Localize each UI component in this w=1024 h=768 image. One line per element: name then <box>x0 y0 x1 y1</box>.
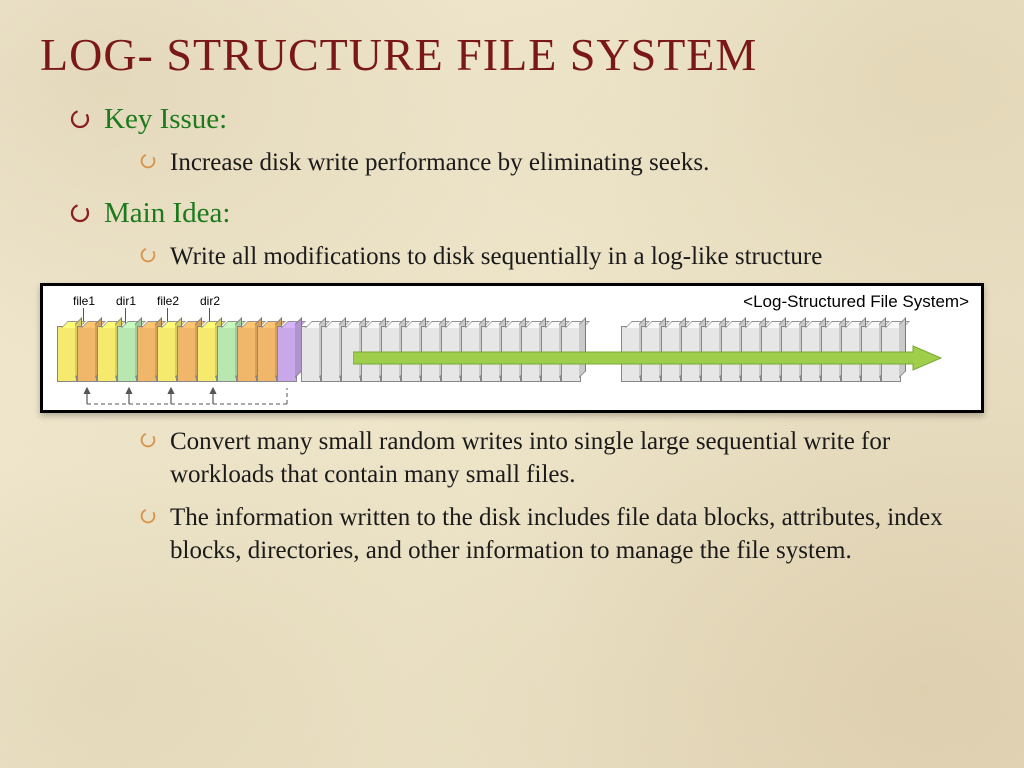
bullet-icon <box>70 109 90 129</box>
log-structure-diagram: <Log-Structured File System> file1 dir1 … <box>40 283 984 413</box>
key-issue-heading: Key Issue: <box>104 103 227 136</box>
bullet-key-issue-item: Increase disk write performance by elimi… <box>140 146 984 179</box>
block-inode <box>177 326 197 382</box>
bullet-key-issue: Key Issue: <box>70 103 984 136</box>
main-idea-text-1: Write all modifications to disk sequenti… <box>170 240 822 273</box>
slide: LOG- STRUCTURE FILE SYSTEM Key Issue: In… <box>0 0 1024 768</box>
bullet-main-idea-item-1: Write all modifications to disk sequenti… <box>140 240 984 273</box>
block-dir <box>117 326 137 382</box>
block-data <box>97 326 117 382</box>
sequential-arrow-icon <box>353 344 943 372</box>
block-data <box>157 326 177 382</box>
block-dir <box>217 326 237 382</box>
block-inode <box>137 326 157 382</box>
block-data <box>57 326 77 382</box>
key-issue-text: Increase disk write performance by elimi… <box>170 146 709 179</box>
block-inode <box>257 326 277 382</box>
main-idea-text-2: Convert many small random writes into si… <box>170 425 984 491</box>
bullet-icon <box>140 247 156 263</box>
label-file2: file2 <box>155 294 181 308</box>
diagram-title: <Log-Structured File System> <box>743 292 969 312</box>
block-inode <box>237 326 257 382</box>
bullet-icon <box>140 432 156 448</box>
main-idea-text-3: The information written to the disk incl… <box>170 501 984 567</box>
slide-title: LOG- STRUCTURE FILE SYSTEM <box>40 28 984 81</box>
block-inode <box>77 326 97 382</box>
block-data <box>197 326 217 382</box>
bullet-icon <box>70 203 90 223</box>
label-dir1: dir1 <box>113 294 139 308</box>
block-empty <box>301 326 321 382</box>
main-idea-heading: Main Idea: <box>104 197 230 230</box>
bullet-main-idea: Main Idea: <box>70 197 984 230</box>
label-dir2: dir2 <box>197 294 223 308</box>
dashed-arrows-icon <box>57 384 317 408</box>
bullet-icon <box>140 508 156 524</box>
diagram-labels: file1 dir1 file2 dir2 <box>71 294 223 308</box>
bullet-main-idea-item-3: The information written to the disk incl… <box>140 501 984 567</box>
block-summary <box>277 326 297 382</box>
label-file1: file1 <box>71 294 97 308</box>
block-empty <box>321 326 341 382</box>
bullet-main-idea-item-2: Convert many small random writes into si… <box>140 425 984 491</box>
bullet-icon <box>140 153 156 169</box>
